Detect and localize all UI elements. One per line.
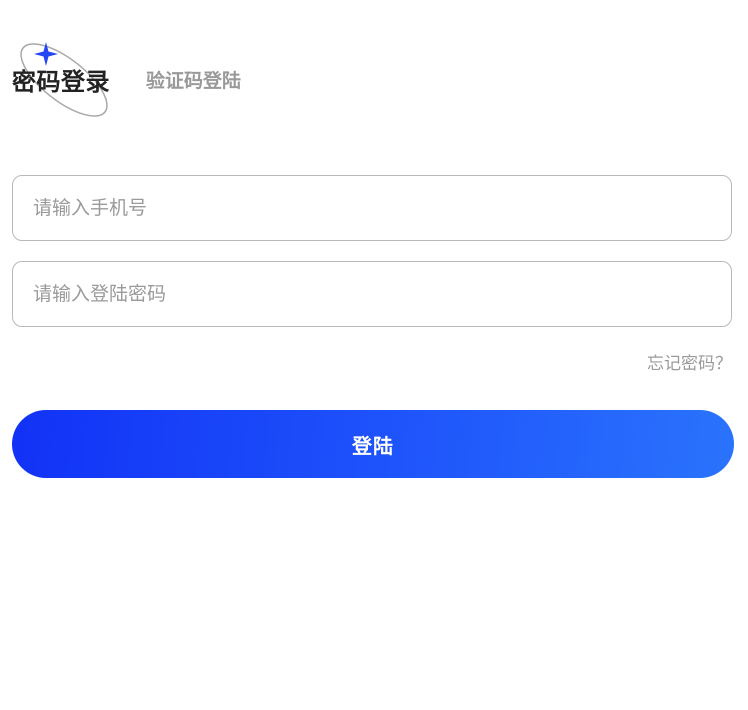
forgot-password-link[interactable]: 忘记密码？	[647, 349, 732, 374]
password-input[interactable]	[13, 262, 731, 326]
password-field	[12, 261, 732, 327]
phone-input[interactable]	[13, 176, 731, 240]
tab-sms-login[interactable]: 验证码登陆	[146, 66, 241, 93]
login-button[interactable]: 登陆	[12, 410, 734, 478]
phone-field	[12, 175, 732, 241]
tab-password-login[interactable]: 密码登录	[12, 40, 116, 120]
tab-password-login-label: 密码登录	[12, 68, 110, 96]
login-tabs: 密码登录 验证码登陆	[12, 40, 412, 120]
